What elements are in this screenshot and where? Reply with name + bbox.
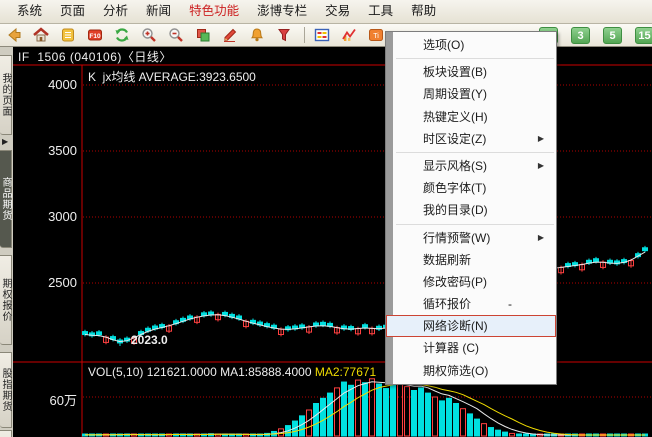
tick-chart-icon[interactable]: Ti bbox=[367, 26, 385, 44]
volume-tick-60w: 60万 bbox=[37, 390, 77, 409]
pencil-icon[interactable] bbox=[221, 26, 239, 44]
bell-icon[interactable] bbox=[248, 26, 266, 44]
menu-item-sector-settings[interactable]: 板块设置(B) bbox=[386, 61, 556, 83]
volume-readout-ma2: MA2:77671 bbox=[315, 365, 376, 379]
gridlines bbox=[83, 85, 652, 397]
menu-separator bbox=[396, 224, 554, 225]
menubar-item-pengbo-column[interactable]: 澎博专栏 bbox=[248, 0, 316, 23]
menu-item-hotkey-define[interactable]: 热键定义(H) bbox=[386, 106, 556, 128]
menubar-item-featured[interactable]: 特色功能 bbox=[180, 0, 248, 23]
price-tick-2500: 2500 bbox=[33, 275, 77, 290]
volume-readout-main: VOL(5,10) 121621.0000 MA1:85888.4000 bbox=[88, 365, 315, 379]
period-button-5[interactable]: 5 bbox=[603, 27, 622, 44]
menu-item-network-diagnosis[interactable]: 网络诊断(N) bbox=[386, 315, 556, 337]
notepad-icon[interactable] bbox=[59, 26, 77, 44]
candles-layer bbox=[83, 246, 648, 346]
menu-item-data-refresh[interactable]: 数据刷新 bbox=[386, 249, 556, 271]
filter-icon[interactable] bbox=[275, 26, 293, 44]
line-chart-icon[interactable] bbox=[340, 26, 358, 44]
layers-icon[interactable] bbox=[194, 26, 212, 44]
menu-item-option-filter[interactable]: 期权筛选(O) bbox=[386, 360, 556, 382]
menu-item-my-directory[interactable]: 我的目录(D) bbox=[386, 199, 556, 221]
submenu-arrow-icon: ▶ bbox=[538, 155, 544, 177]
sidebar-tab-news-info[interactable]: 新闻资讯 bbox=[0, 430, 12, 437]
menu-item-calculator[interactable]: 计算器 (C) bbox=[386, 337, 556, 359]
refresh-icon[interactable] bbox=[113, 26, 131, 44]
menu-item-change-password[interactable]: 修改密码(P) bbox=[386, 271, 556, 293]
sidebar-tab-index-futures[interactable]: 股指期货 bbox=[0, 352, 12, 428]
menu-item-display-style[interactable]: 显示风格(S)▶ bbox=[386, 155, 556, 177]
toolbar-separator bbox=[304, 27, 305, 43]
menu-separator bbox=[396, 58, 554, 59]
menu-shortcut: - bbox=[508, 293, 512, 315]
menu-item-timezone[interactable]: 时区设定(Z)▶ bbox=[386, 128, 556, 150]
menubar-item-trade[interactable]: 交易 bbox=[316, 0, 359, 23]
period-button-15[interactable]: 15 bbox=[635, 27, 652, 44]
menubar-item-analysis[interactable]: 分析 bbox=[94, 0, 137, 23]
sidebar-tab-commodity-futures[interactable]: 商品期货 bbox=[0, 150, 12, 248]
sidebar-tab-option-quotes[interactable]: 期权报价 bbox=[0, 255, 12, 345]
app-window: 系统 页面 分析 新闻 特色功能 澎博专栏 交易 工具 帮助 F10 bbox=[0, 0, 652, 437]
menu-bar: 系统 页面 分析 新闻 特色功能 澎博专栏 交易 工具 帮助 bbox=[0, 0, 652, 24]
price-tick-3500: 3500 bbox=[33, 143, 77, 158]
price-tick-3000: 3000 bbox=[33, 209, 77, 224]
svg-text:F10: F10 bbox=[89, 33, 101, 40]
tools-menu: 选项(O) 板块设置(B) 周期设置(Y) 热键定义(H) 时区设定(Z)▶ 显… bbox=[385, 31, 557, 385]
menu-item-quote-alert[interactable]: 行情预警(W)▶ bbox=[386, 227, 556, 249]
back-arrow-icon[interactable] bbox=[5, 26, 23, 44]
sidebar-expand-icon[interactable]: ▶ bbox=[2, 137, 8, 146]
menu-separator bbox=[396, 152, 554, 153]
menubar-item-page[interactable]: 页面 bbox=[51, 0, 94, 23]
zoom-in-icon[interactable] bbox=[140, 26, 158, 44]
home-icon[interactable] bbox=[32, 26, 50, 44]
submenu-arrow-icon: ▶ bbox=[538, 128, 544, 150]
quote-grid-icon[interactable] bbox=[313, 26, 331, 44]
menubar-item-tools[interactable]: 工具 bbox=[359, 0, 402, 23]
menu-item-loop-quote[interactable]: 循环报价- bbox=[386, 293, 556, 315]
low-annotation: 2023.0 bbox=[131, 333, 168, 347]
chart-header: IF 1506 (040106)〈日线〉 bbox=[18, 48, 172, 65]
sidebar-tab-my-pages[interactable]: 我的页面 bbox=[0, 55, 12, 135]
sidebar: 我的页面 ▶ 商品期货 期权报价 股指期货 新闻资讯 bbox=[0, 47, 13, 437]
menubar-item-system[interactable]: 系统 bbox=[8, 0, 51, 23]
price-tick-4000: 4000 bbox=[33, 77, 77, 92]
menu-item-options[interactable]: 选项(O) bbox=[386, 34, 556, 56]
menu-item-color-font[interactable]: 颜色字体(T) bbox=[386, 177, 556, 199]
zoom-out-icon[interactable] bbox=[167, 26, 185, 44]
svg-text:Ti: Ti bbox=[373, 33, 379, 40]
submenu-arrow-icon: ▶ bbox=[538, 227, 544, 249]
f10-icon[interactable]: F10 bbox=[86, 26, 104, 44]
volume-readout: VOL(5,10) 121621.0000 MA1:85888.4000 MA2… bbox=[88, 365, 376, 379]
menubar-item-news[interactable]: 新闻 bbox=[137, 0, 180, 23]
period-button-3[interactable]: 3 bbox=[571, 27, 590, 44]
volume-layer bbox=[83, 379, 648, 436]
indicator-readout: K jx均线 AVERAGE:3923.6500 bbox=[88, 68, 256, 85]
menu-item-period-settings[interactable]: 周期设置(Y) bbox=[386, 83, 556, 105]
menubar-item-help[interactable]: 帮助 bbox=[402, 0, 445, 23]
